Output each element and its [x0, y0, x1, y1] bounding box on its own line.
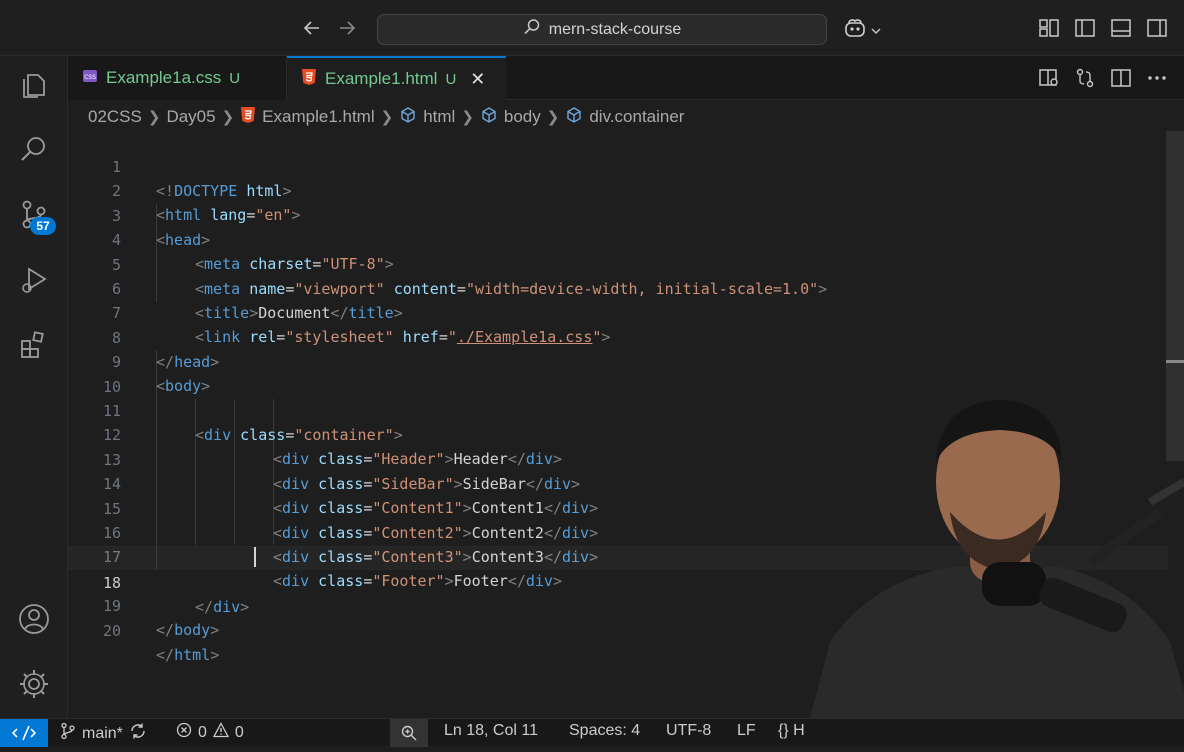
tab-example1a-css[interactable]: CSS Example1a.css U — [68, 56, 287, 100]
toggle-panel-icon[interactable] — [1110, 18, 1132, 38]
code-line: 9 <body> — [68, 326, 1168, 395]
warning-icon — [212, 722, 229, 743]
source-control-badge: 57 — [30, 217, 56, 235]
command-center-search[interactable]: mern-stack-course — [377, 14, 827, 45]
breadcrumb-file[interactable]: Example1.html — [262, 107, 374, 127]
code-line: 7 <link rel="stylesheet" href="./Example… — [68, 277, 1168, 346]
tab-label: Example1a.css — [106, 68, 222, 87]
title-bar: mern-stack-course — [0, 0, 1184, 56]
toggle-secondary-sidebar-icon[interactable] — [1146, 18, 1168, 38]
presenter-webcam — [810, 392, 1184, 718]
untracked-indicator: U — [445, 70, 457, 88]
open-preview-icon[interactable] — [1038, 68, 1060, 88]
search-icon[interactable] — [17, 133, 51, 167]
css-file-icon: CSS — [82, 68, 98, 89]
problems-status[interactable]: 0 0 — [176, 722, 244, 743]
remote-indicator[interactable] — [0, 719, 48, 747]
html-file-icon — [301, 68, 317, 91]
code-line: 6 <title>Document</title> — [68, 253, 1168, 322]
accounts-icon[interactable] — [17, 602, 51, 636]
line-text: </html> — [156, 645, 220, 664]
scrollbar-position-marker — [1166, 360, 1184, 363]
copilot-icon — [843, 17, 867, 44]
text-cursor — [254, 547, 256, 567]
editor-tab-bar: CSS Example1a.css U Example1.html U ✕ — [68, 56, 1184, 100]
code-line: 8 </head> — [68, 302, 1168, 371]
workspace-name: mern-stack-course — [548, 20, 682, 38]
code-line: 4 <meta charset="UTF-8"> — [68, 204, 1168, 273]
branch-status[interactable]: main* — [60, 722, 147, 745]
warning-count: 0 — [234, 723, 244, 741]
line-text: </body> — [156, 621, 220, 640]
explorer-icon[interactable] — [17, 69, 51, 103]
sync-icon[interactable] — [129, 722, 147, 745]
error-count: 0 — [198, 723, 207, 741]
eol-setting[interactable]: LF — [737, 722, 756, 740]
code-line: 10 — [68, 351, 1168, 396]
encoding-setting[interactable]: UTF-8 — [666, 722, 711, 740]
breadcrumb-symbol-div-container[interactable]: div.container — [589, 107, 684, 127]
git-branch-icon — [60, 722, 76, 745]
zoom-icon[interactable] — [390, 719, 428, 747]
breadcrumb-symbol-html[interactable]: html — [423, 107, 455, 127]
tab-label: Example1.html — [325, 69, 438, 88]
extensions-icon[interactable] — [17, 328, 51, 362]
run-and-debug-icon[interactable] — [17, 263, 51, 297]
more-actions-icon[interactable] — [1146, 68, 1168, 88]
untracked-indicator: U — [229, 69, 241, 87]
chevron-right-icon: ❯ — [380, 109, 394, 126]
open-changes-icon[interactable] — [1074, 68, 1096, 88]
breadcrumb-symbol-body[interactable]: body — [504, 107, 541, 127]
customize-layout-icon[interactable] — [1038, 18, 1060, 38]
arrow-left-icon[interactable] — [302, 18, 322, 38]
svg-text:CSS: CSS — [84, 74, 96, 81]
settings-gear-icon[interactable] — [17, 667, 51, 701]
breadcrumb-folder-02css[interactable]: 02CSS — [88, 107, 142, 127]
status-bar: main* 0 0 Ln 18, Col 11 Spaces: 4 UTF-8 … — [0, 718, 1184, 747]
symbol-cube-icon — [399, 106, 417, 129]
close-icon[interactable]: ✕ — [470, 69, 485, 90]
activity-bar: 57 — [0, 56, 68, 718]
line-number: 20 — [102, 621, 121, 640]
copilot-menu[interactable] — [843, 17, 881, 44]
tab-example1-html[interactable]: Example1.html U ✕ — [287, 56, 506, 100]
symbol-cube-icon — [565, 106, 583, 129]
chevron-right-icon: ❯ — [546, 109, 560, 126]
error-icon — [176, 722, 192, 743]
breadcrumb: 02CSS ❯ Day05 ❯ Example1.html ❯ html ❯ b… — [88, 104, 684, 130]
cursor-position[interactable]: Ln 18, Col 11 — [444, 722, 538, 740]
html-file-icon — [240, 106, 256, 129]
symbol-cube-icon — [480, 106, 498, 129]
code-line: 2 <html lang="en"> — [68, 155, 1168, 224]
language-mode[interactable]: {} H — [778, 722, 805, 740]
search-icon — [523, 18, 541, 41]
chevron-right-icon: ❯ — [461, 109, 474, 126]
split-editor-icon[interactable] — [1110, 68, 1132, 88]
code-line: 3 <head> — [68, 180, 1168, 249]
code-line: 5 <meta name="viewport" content="width=d… — [68, 229, 1168, 298]
code-line: 1 <!DOCTYPE html> — [68, 131, 1168, 200]
breadcrumb-folder-day05[interactable]: Day05 — [166, 107, 215, 127]
arrow-right-icon[interactable] — [337, 18, 357, 38]
chevron-down-icon — [871, 22, 881, 40]
chevron-right-icon: ❯ — [221, 109, 235, 126]
indentation-setting[interactable]: Spaces: 4 — [569, 722, 640, 740]
branch-name: main* — [82, 724, 123, 742]
toggle-primary-sidebar-icon[interactable] — [1074, 18, 1096, 38]
chevron-right-icon: ❯ — [147, 109, 161, 126]
